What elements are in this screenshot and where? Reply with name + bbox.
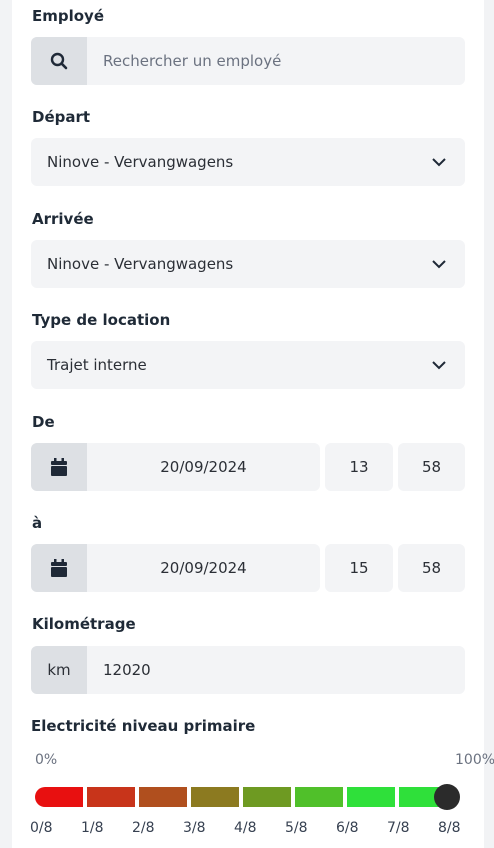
departure-label: Départ xyxy=(32,108,91,126)
level-tick-label: 7/8 xyxy=(387,820,410,836)
level-segment[interactable] xyxy=(35,787,83,807)
level-segment[interactable] xyxy=(295,787,343,807)
mileage-input[interactable]: 12020 xyxy=(103,646,151,694)
from-label: De xyxy=(32,413,55,431)
arrival-label: Arrivée xyxy=(32,210,94,228)
to-label: à xyxy=(32,514,43,532)
calendar-icon xyxy=(51,458,67,476)
to-minute-input[interactable]: 58 xyxy=(398,544,465,592)
level-tick-label: 3/8 xyxy=(183,820,206,836)
mileage-label: Kilométrage xyxy=(32,615,136,633)
level-tick-label: 5/8 xyxy=(285,820,308,836)
level-segment[interactable] xyxy=(87,787,135,807)
rental-type-label: Type de location xyxy=(32,311,171,329)
to-hour-input[interactable]: 15 xyxy=(325,544,393,592)
to-date-input[interactable]: 20/09/2024 xyxy=(87,544,320,592)
departure-select[interactable]: Ninove - Vervangwagens xyxy=(31,138,465,186)
level-tick-label: 2/8 xyxy=(132,820,155,836)
from-calendar-button[interactable] xyxy=(31,443,87,491)
level-segment[interactable] xyxy=(243,787,291,807)
departure-value: Ninove - Vervangwagens xyxy=(47,153,234,171)
level-segment[interactable] xyxy=(347,787,395,807)
level-tick-label: 0/8 xyxy=(30,820,53,836)
to-calendar-button[interactable] xyxy=(31,544,87,592)
rental-type-value: Trajet interne xyxy=(47,356,147,374)
employee-search-field[interactable]: Rechercher un employé xyxy=(31,37,465,85)
employee-search-input[interactable]: Rechercher un employé xyxy=(103,37,281,85)
search-button[interactable] xyxy=(31,37,87,85)
from-date-input[interactable]: 20/09/2024 xyxy=(87,443,320,491)
arrival-value: Ninove - Vervangwagens xyxy=(47,255,234,273)
employee-label: Employé xyxy=(32,7,105,25)
chevron-down-icon xyxy=(432,361,446,370)
level-slider-thumb[interactable] xyxy=(434,784,460,810)
chevron-down-icon xyxy=(432,260,446,269)
level-tick-label: 4/8 xyxy=(234,820,257,836)
rental-type-select[interactable]: Trajet interne xyxy=(31,341,465,389)
arrival-select[interactable]: Ninove - Vervangwagens xyxy=(31,240,465,288)
search-icon xyxy=(50,52,68,70)
mileage-field[interactable]: 12020 xyxy=(87,646,465,694)
electricity-max-label: 100% xyxy=(455,752,494,768)
level-segment[interactable] xyxy=(139,787,187,807)
from-minute-input[interactable]: 58 xyxy=(398,443,465,491)
chevron-down-icon xyxy=(432,158,446,167)
calendar-icon xyxy=(51,559,67,577)
level-tick-label: 1/8 xyxy=(81,820,104,836)
from-hour-input[interactable]: 13 xyxy=(325,443,393,491)
electricity-label: Electricité niveau primaire xyxy=(31,717,256,735)
level-tick-label: 8/8 xyxy=(438,820,461,836)
mileage-unit: km xyxy=(31,646,87,694)
level-segment[interactable] xyxy=(191,787,239,807)
electricity-min-label: 0% xyxy=(35,752,58,768)
level-tick-label: 6/8 xyxy=(336,820,359,836)
